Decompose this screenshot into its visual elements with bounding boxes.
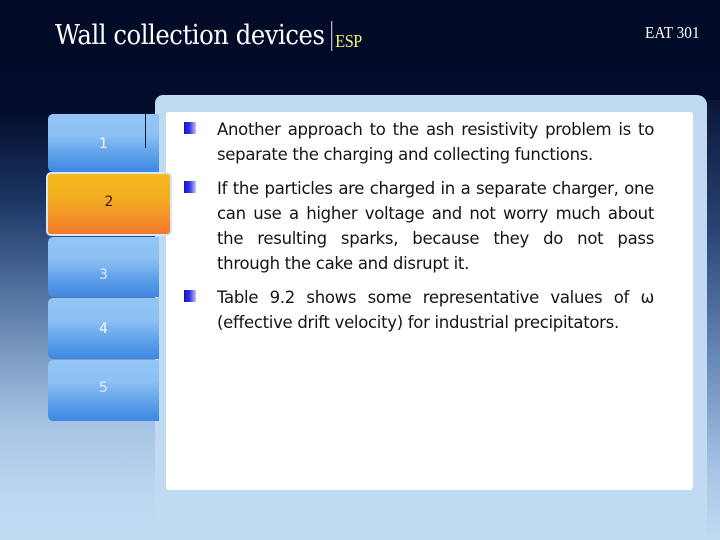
slide-title: Wall collection devices ESP <box>55 20 362 52</box>
tab-1[interactable]: 1 <box>48 114 159 172</box>
slide-title-text: Wall collection devices <box>55 20 325 51</box>
tab-3[interactable]: 3 <box>48 237 159 297</box>
bullet-list: Another approach to the ash resistivity … <box>184 117 654 344</box>
square-bullet-icon <box>184 290 196 302</box>
bullet-text: Another approach to the ash resistivity … <box>217 120 654 164</box>
tab-5-label: 5 <box>99 380 108 396</box>
bullet-item: Another approach to the ash resistivity … <box>184 117 654 167</box>
bullet-text: If the particles are charged in a separa… <box>217 179 654 273</box>
tab-1-label: 1 <box>99 136 108 152</box>
title-separator <box>331 21 333 51</box>
square-bullet-icon <box>184 181 196 193</box>
tab-3-label: 3 <box>99 267 108 283</box>
course-code: EAT 301 <box>645 23 700 42</box>
tab-5[interactable]: 5 <box>48 360 159 421</box>
tab-2-active[interactable]: 2 <box>46 172 172 236</box>
tab-2-label: 2 <box>104 194 114 210</box>
bullet-item: If the particles are charged in a separa… <box>184 176 654 276</box>
tab-4[interactable]: 4 <box>48 298 159 359</box>
square-bullet-icon <box>184 122 196 134</box>
tab-divider <box>145 114 146 148</box>
slide-subtitle: ESP <box>335 31 362 51</box>
bullet-item: Table 9.2 shows some representative valu… <box>184 285 654 335</box>
bullet-text: Table 9.2 shows some representative valu… <box>217 288 654 332</box>
tab-4-label: 4 <box>99 321 108 337</box>
